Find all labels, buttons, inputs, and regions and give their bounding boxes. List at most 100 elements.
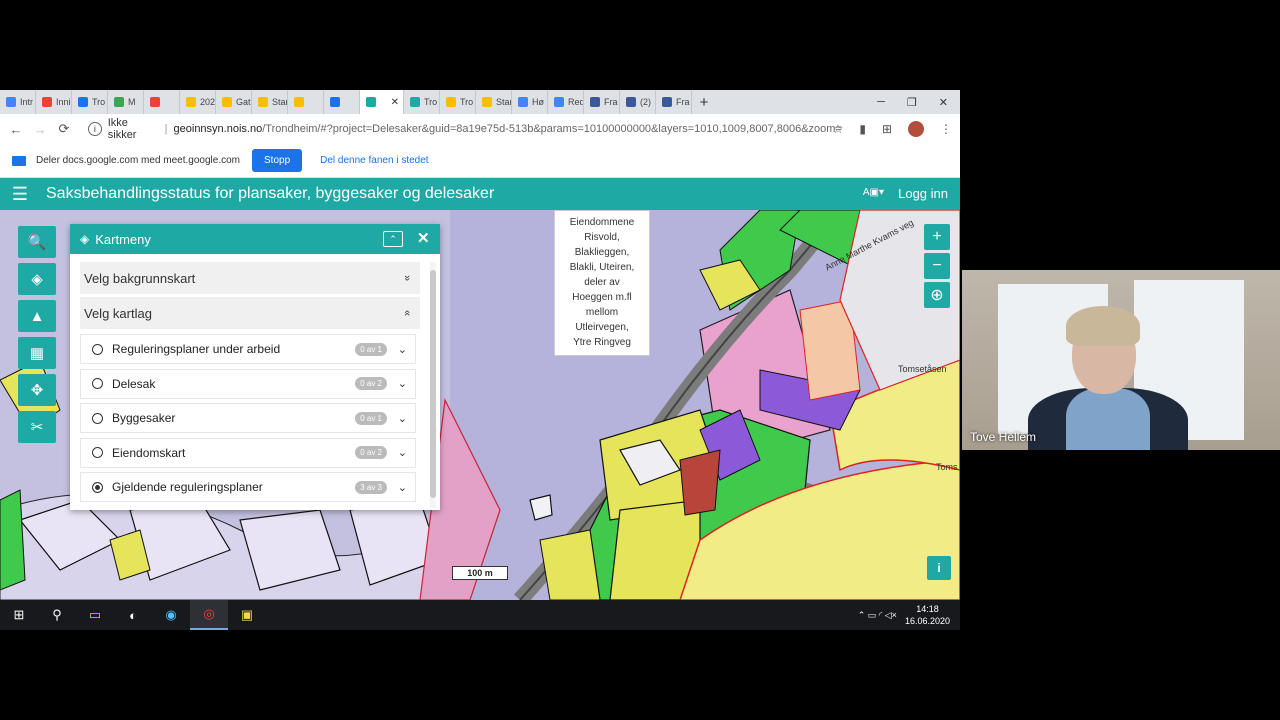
chrome-icon[interactable]: ◎ [190,600,228,630]
layer-row[interactable]: Gjeldende reguleringsplaner 3 av 3 ⌄ [80,472,416,502]
layer-radio[interactable] [92,447,103,458]
layer-label: Gjeldende reguleringsplaner [112,480,263,494]
tool-3-icon[interactable]: ▲ [18,300,56,332]
browser-tab[interactable]: Hø [512,90,548,114]
panel-header: ◈ Kartmeny ⌃ ✕ [70,224,440,254]
locate-icon[interactable]: ⊕ [924,282,950,308]
browser-tab[interactable]: M [108,90,144,114]
tab-favicon-icon [6,97,16,107]
browser-tab[interactable]: Tro [72,90,108,114]
layer-row[interactable]: Byggesaker 0 av 1 ⌄ [80,403,416,433]
restore-button[interactable]: ❐ [907,96,917,109]
chevron-down-icon[interactable]: ⌄ [398,377,407,390]
tool-6-icon[interactable]: ✂ [18,411,56,443]
expand-icon[interactable]: » [401,275,413,281]
zoom-out-button[interactable]: − [924,253,950,279]
extension-icon[interactable]: ▮ [859,122,866,136]
layer-radio[interactable] [92,412,103,424]
bookmark-star-icon[interactable]: ☆ [833,122,844,136]
share-this-tab-link[interactable]: Del denne fanen i stedet [320,155,428,166]
browser-tab[interactable]: Tro [440,90,476,114]
language-selector[interactable]: A▣▾ [863,187,884,198]
address-bar: ← → ⟳ i Ikke sikker | geoinnsyn.nois.no … [0,114,960,144]
clock[interactable]: 14:18 16.06.2020 [905,603,950,627]
browser-tab[interactable]: Fra [656,90,692,114]
new-tab-button[interactable]: + [692,94,716,111]
forward-button[interactable]: → [28,122,52,137]
popup-line: deler av [584,277,620,288]
back-button[interactable]: ← [4,122,28,137]
layer-radio[interactable] [92,343,103,355]
zoom-in-button[interactable]: + [924,224,950,250]
browser-tab[interactable]: Star [252,90,288,114]
place-label-2: Toms [936,462,958,472]
browser-tab[interactable]: Red [548,90,584,114]
chevron-down-icon[interactable]: ⌄ [398,343,407,356]
browser-tab[interactable]: (2) [620,90,656,114]
scrollbar-thumb[interactable] [430,270,436,498]
chevron-down-icon[interactable]: ⌄ [398,481,407,494]
tab-label: Star [496,97,512,107]
layer-label: Byggesaker [112,411,176,425]
chevron-down-icon[interactable]: ⌄ [398,446,407,459]
browser-tab[interactable] [324,90,360,114]
start-button[interactable]: ⊞ [0,600,38,630]
hamburger-menu-icon[interactable]: ☰ [0,184,40,205]
tab-label: Tro [424,97,438,107]
layers-tool-icon[interactable]: ◈ [18,263,56,295]
stop-sharing-button[interactable]: Stopp [252,149,303,172]
browser-tab[interactable]: Tro [404,90,440,114]
browser-tab[interactable]: Star [476,90,512,114]
map-layers-label: Velg kartlag [84,305,152,321]
map-layers-section[interactable]: Velg kartlag « [80,297,420,329]
tab-favicon-icon [446,97,456,107]
tab-label: 202 [200,97,216,107]
app-icon-3[interactable]: ◉ [152,600,190,630]
browser-tab[interactable]: Inni [36,90,72,114]
minimize-button[interactable]: ─ [877,96,885,108]
tab-label: Hø [532,97,544,107]
browser-tab[interactable] [288,90,324,114]
security-label: Ikke sikker [107,117,137,141]
close-panel-button[interactable]: ✕ [417,229,430,247]
tab-favicon-icon [554,97,564,107]
info-icon[interactable]: i [88,122,102,136]
close-window-button[interactable]: ✕ [939,96,948,109]
layer-row[interactable]: Eiendomskart 0 av 2 ⌄ [80,437,416,468]
reload-button[interactable]: ⟳ [52,121,76,137]
layer-row[interactable]: Delesak 0 av 2 ⌄ [80,368,416,399]
panel-scrollbar[interactable] [430,262,436,508]
browser-tab[interactable]: 202 [180,90,216,114]
browser-tab[interactable]: ✕ [360,90,404,114]
close-tab-icon[interactable]: ✕ [391,97,399,108]
tool-4-icon[interactable]: ▦ [18,337,56,369]
browser-tab[interactable] [144,90,180,114]
layer-radio[interactable] [92,378,103,389]
background-map-section[interactable]: Velg bakgrunnskart » [80,262,420,294]
sticky-notes-icon[interactable]: ▣ [228,600,266,630]
info-button[interactable]: i [927,556,951,580]
layer-radio[interactable] [92,481,103,493]
tray-icons[interactable]: ⌃ ▭ ◜ ◁× [858,610,897,621]
app-icon-2[interactable]: ◐ [114,600,152,630]
webcam-video-tile: Tove Hellem [962,270,1280,450]
browser-tab[interactable]: Intr [0,90,36,114]
collapse-panel-button[interactable]: ⌃ [383,231,403,247]
file-explorer-icon[interactable]: ▭ [76,600,114,630]
browser-menu-icon[interactable]: ⋮ [940,122,952,136]
grid-icon[interactable]: ⊞ [882,122,892,136]
chevron-down-icon[interactable]: ⌄ [398,412,407,425]
login-button[interactable]: Logg inn [898,186,948,201]
layer-label: Reguleringsplaner under arbeid [112,342,281,356]
tool-5-icon[interactable]: ✥ [18,374,56,406]
layer-row[interactable]: Reguleringsplaner under arbeid 0 av 1 ⌄ [80,334,416,364]
profile-avatar[interactable] [908,121,924,137]
popup-line: Hoeggen m.fl [572,292,632,303]
browser-tab[interactable]: Gat [216,90,252,114]
url-field[interactable]: i Ikke sikker | geoinnsyn.nois.no /Trond… [82,117,842,141]
collapse-icon[interactable]: « [401,310,413,316]
search-tool-icon[interactable]: 🔍 [18,226,56,258]
browser-tab[interactable]: Fra [584,90,620,114]
tab-label: Red [568,97,584,107]
search-icon[interactable]: ⚲ [38,600,76,630]
